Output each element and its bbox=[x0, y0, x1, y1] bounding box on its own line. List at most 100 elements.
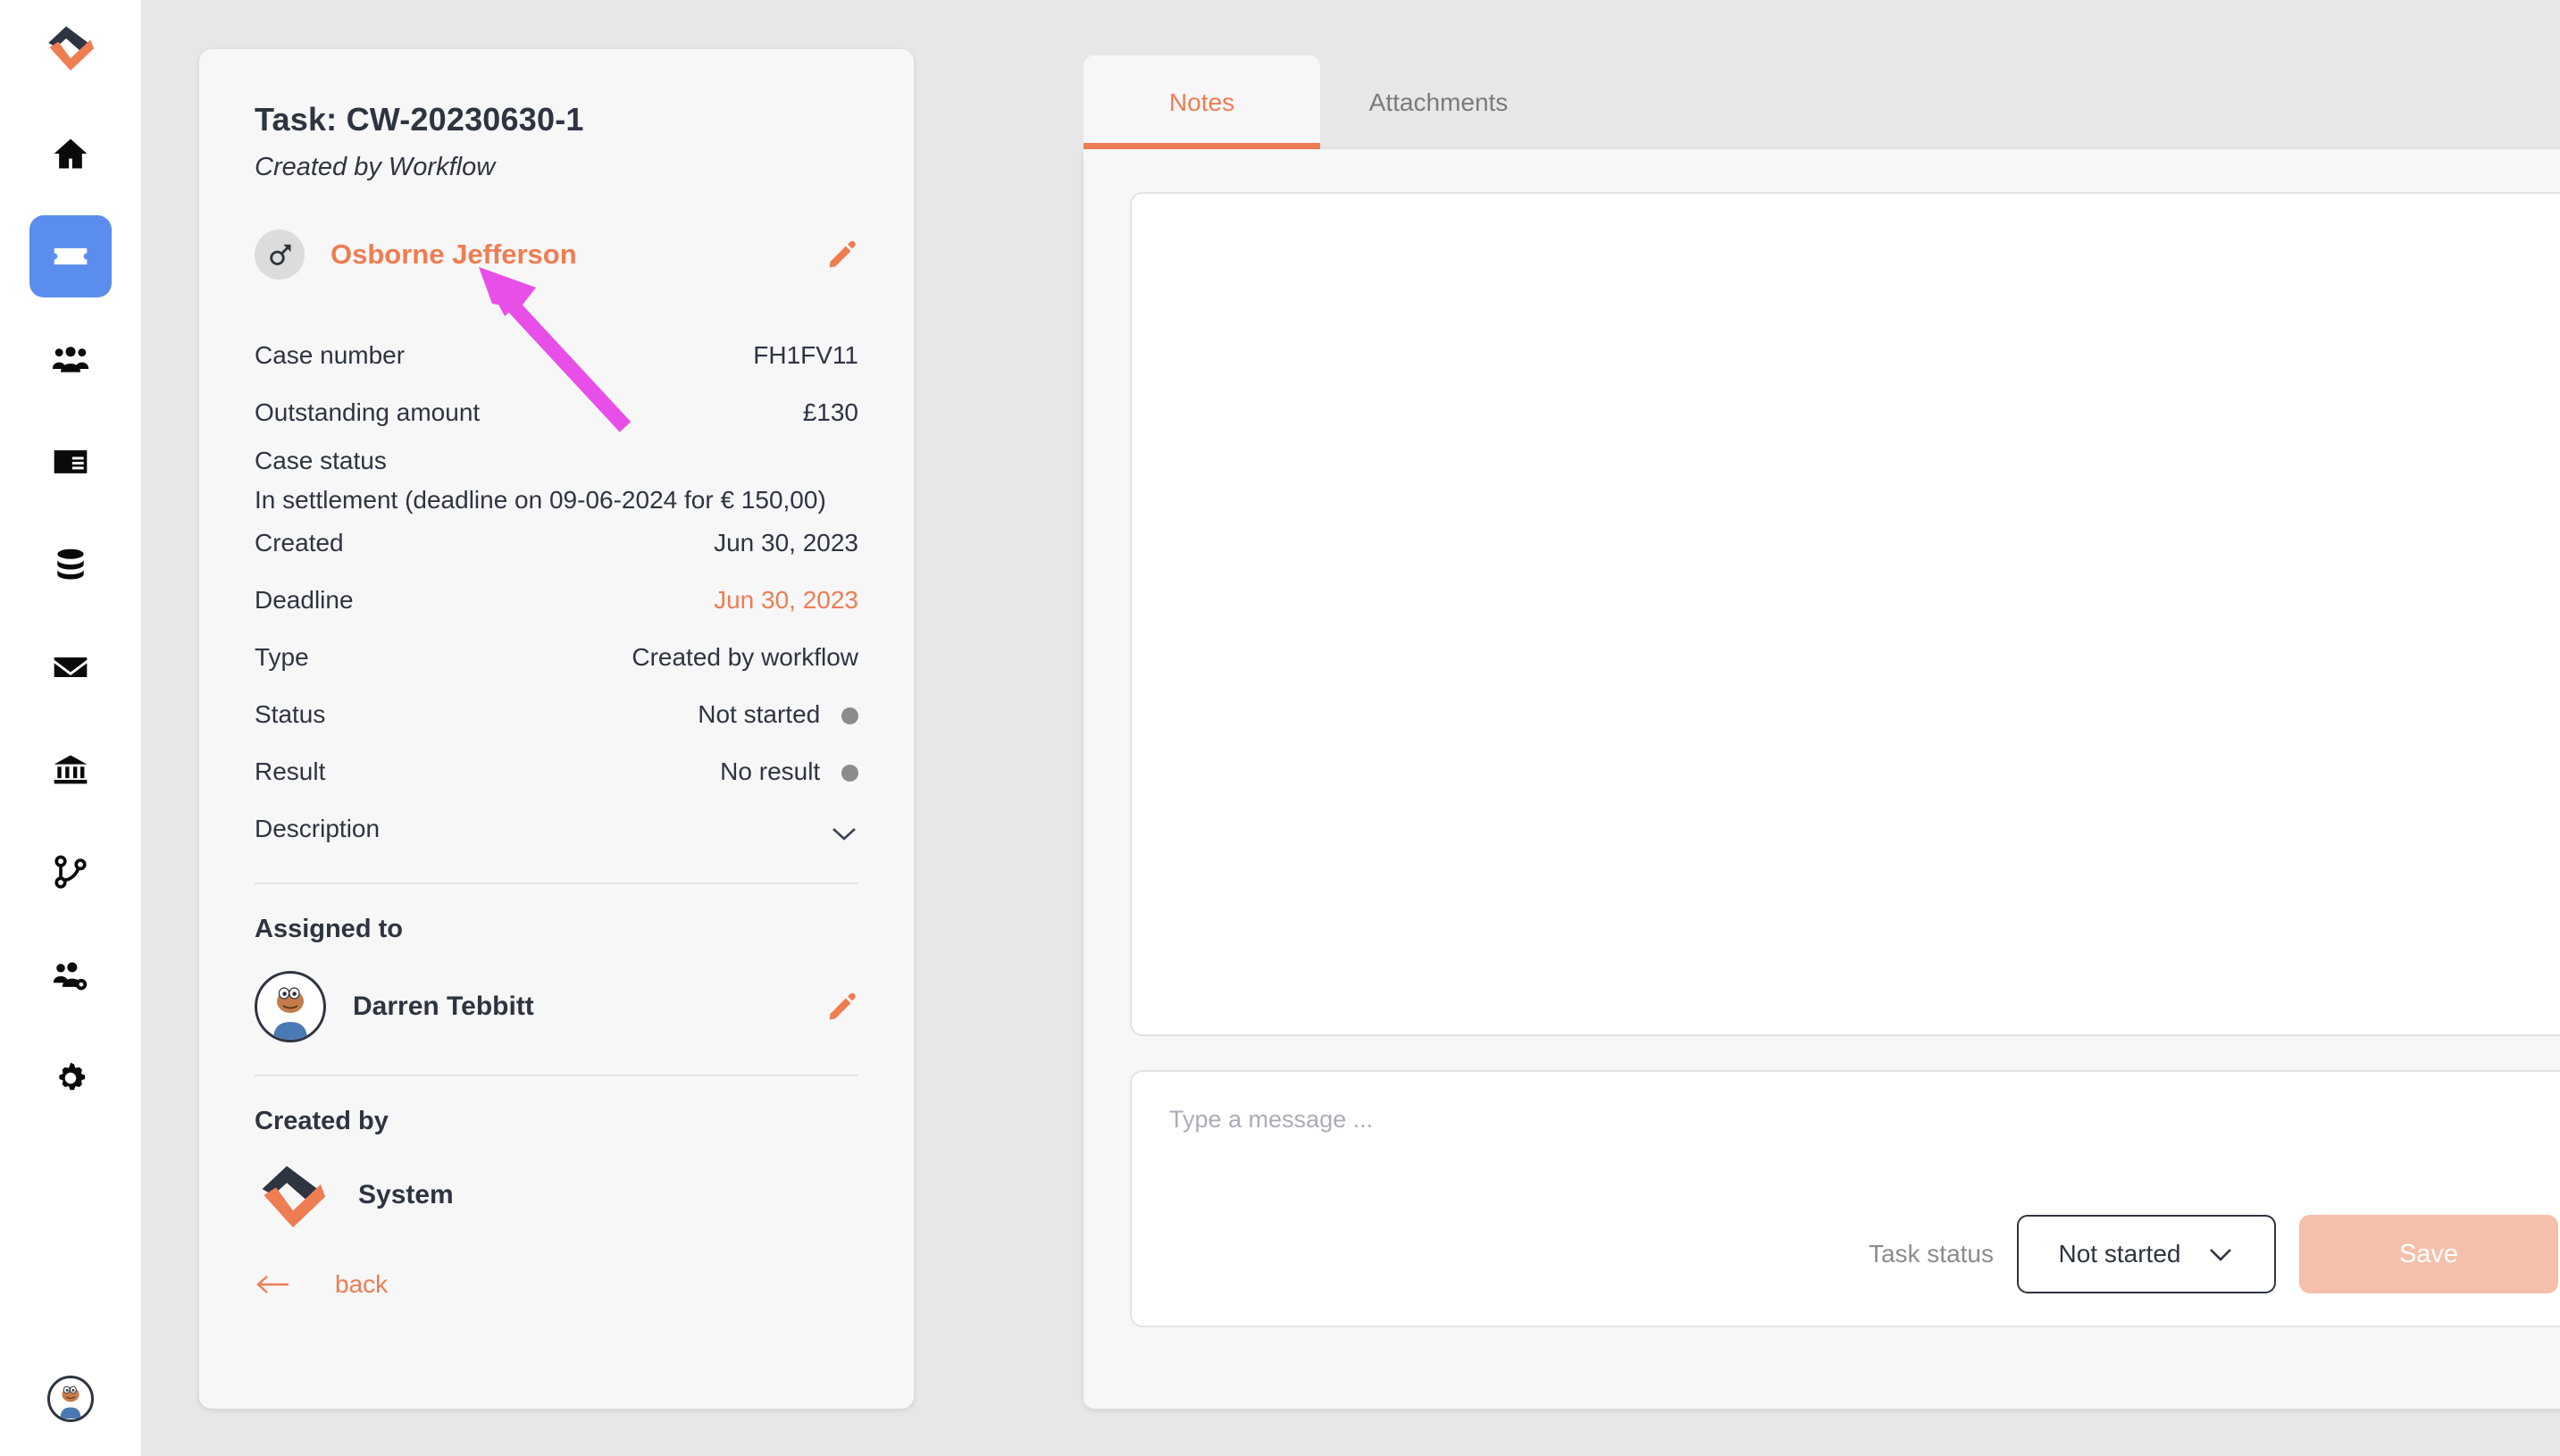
section-divider bbox=[255, 883, 858, 884]
chevron-down-glyph bbox=[832, 828, 856, 841]
task-status-select[interactable]: Not started bbox=[2017, 1215, 2276, 1293]
detail-row: Status Not started bbox=[255, 686, 858, 743]
sidebar-item-home[interactable] bbox=[29, 113, 112, 195]
sidebar-item-team-settings[interactable] bbox=[29, 934, 112, 1017]
task-status-value: Not started bbox=[2058, 1240, 2181, 1268]
sidebar-item-settings[interactable] bbox=[29, 1037, 112, 1119]
detail-value: Created by workflow bbox=[632, 643, 858, 671]
detail-row: Type Created by workflow bbox=[255, 629, 858, 686]
description-toggle-row[interactable]: Description bbox=[255, 800, 858, 858]
page-content: Task: CW-20230630-1 Created by Workflow … bbox=[141, 0, 2560, 1456]
arrow-left-icon bbox=[255, 1272, 292, 1297]
envelope-icon bbox=[54, 657, 88, 677]
message-input[interactable] bbox=[1169, 1106, 2556, 1134]
composer-actions: Task status Not started Save bbox=[1869, 1215, 2558, 1293]
detail-value: FH1FV11 bbox=[753, 341, 858, 369]
person-row: Osborne Jefferson bbox=[255, 229, 858, 280]
detail-value: No result bbox=[720, 757, 821, 785]
id-card-icon bbox=[54, 450, 88, 473]
notes-panel: Task status Not started Save bbox=[1083, 149, 2560, 1409]
created-by-heading: Created by bbox=[255, 1107, 389, 1135]
detail-label: Deadline bbox=[255, 586, 354, 614]
ticket-icon bbox=[54, 247, 88, 265]
app-logo-icon[interactable] bbox=[43, 20, 98, 75]
avatar[interactable] bbox=[47, 1376, 94, 1422]
notes-board bbox=[1130, 192, 2560, 1036]
detail-label: Result bbox=[255, 757, 326, 785]
detail-label: Status bbox=[255, 700, 326, 728]
detail-row: Result No result bbox=[255, 743, 858, 800]
detail-label: Outstanding amount bbox=[255, 398, 481, 426]
users-icon bbox=[52, 347, 89, 372]
sidebar-item-data[interactable] bbox=[29, 523, 112, 606]
detail-value: Jun 30, 2023 bbox=[714, 586, 858, 614]
result-badge: No result bbox=[720, 757, 858, 786]
detail-value: £130 bbox=[802, 398, 858, 426]
sidebar-item-finance[interactable] bbox=[29, 729, 112, 811]
chevron-down-icon bbox=[2210, 1248, 2232, 1261]
detail-row: Created Jun 30, 2023 bbox=[255, 515, 858, 572]
save-button[interactable]: Save bbox=[2299, 1215, 2558, 1293]
detail-label: Type bbox=[255, 643, 309, 671]
detail-row: Case status In settlement (deadline on 0… bbox=[255, 441, 858, 515]
detail-value: Not started bbox=[698, 700, 821, 728]
detail-value: Jun 30, 2023 bbox=[714, 529, 858, 556]
detail-label: Case status bbox=[255, 447, 387, 474]
gear-icon bbox=[59, 1062, 86, 1091]
status-badge: Not started bbox=[698, 700, 858, 729]
arrow-left-glyph bbox=[256, 1276, 289, 1293]
sidebar-item-customers[interactable] bbox=[29, 318, 112, 400]
sidebar-nav-list bbox=[29, 113, 112, 1140]
database-icon bbox=[57, 548, 84, 580]
task-status-label: Task status bbox=[1868, 1240, 1994, 1268]
bank-icon bbox=[54, 755, 88, 784]
result-dot-icon bbox=[841, 765, 858, 782]
chevron-down-icon[interactable] bbox=[830, 820, 858, 841]
message-composer: Task status Not started Save bbox=[1130, 1070, 2560, 1327]
male-icon bbox=[255, 230, 305, 280]
pencil-glyph bbox=[829, 240, 856, 268]
user-avatar-glyph bbox=[60, 1385, 81, 1418]
assignee-avatar bbox=[255, 971, 326, 1042]
detail-row: Outstanding amount £130 bbox=[255, 384, 858, 441]
tab-attachments[interactable]: Attachments bbox=[1320, 55, 1557, 149]
app-root: Task: CW-20230630-1 Created by Workflow … bbox=[0, 0, 2560, 1456]
pencil-glyph bbox=[829, 992, 856, 1020]
male-glyph bbox=[270, 244, 291, 265]
detail-label: Created bbox=[255, 529, 344, 556]
assignee-name: Darren Tebbitt bbox=[353, 992, 534, 1021]
tab-bar: Notes Attachments bbox=[1083, 49, 2560, 149]
section-divider bbox=[255, 1075, 858, 1076]
pencil-icon[interactable] bbox=[826, 991, 858, 1023]
pencil-icon[interactable] bbox=[826, 238, 858, 271]
sidebar-item-mail[interactable] bbox=[29, 626, 112, 708]
customer-name-link[interactable]: Osborne Jefferson bbox=[330, 238, 577, 271]
tab-notes[interactable]: Notes bbox=[1083, 55, 1320, 149]
main-sidebar bbox=[0, 0, 141, 1456]
app-logo-icon bbox=[255, 1157, 331, 1234]
detail-label: Case number bbox=[255, 341, 406, 369]
sidebar-item-tickets[interactable] bbox=[29, 215, 112, 297]
sidebar-item-contacts[interactable] bbox=[29, 421, 112, 503]
page-title: Task: CW-20230630-1 bbox=[255, 101, 584, 138]
detail-row: Case number FH1FV11 bbox=[255, 327, 858, 384]
sidebar-item-workflows[interactable] bbox=[29, 832, 112, 914]
app-logo-glyph bbox=[48, 26, 95, 71]
task-details-list: Case number FH1FV11 Outstanding amount £… bbox=[255, 327, 858, 858]
assigned-to-heading: Assigned to bbox=[255, 915, 403, 943]
notes-section: Notes Attachments Task status Not starte… bbox=[1083, 49, 2560, 1409]
detail-row: Deadline Jun 30, 2023 bbox=[255, 572, 858, 629]
creator-row: System bbox=[255, 1151, 858, 1240]
status-dot-icon bbox=[841, 707, 858, 725]
back-label: back bbox=[335, 1270, 389, 1298]
task-detail-card: Task: CW-20230630-1 Created by Workflow … bbox=[199, 49, 914, 1409]
assignee-avatar-glyph bbox=[273, 987, 307, 1040]
users-gear-icon bbox=[53, 962, 88, 991]
task-subtitle: Created by Workflow bbox=[255, 153, 496, 181]
back-button[interactable]: back bbox=[255, 1270, 858, 1299]
assignee-row: Darren Tebbitt bbox=[255, 964, 858, 1050]
description-label: Description bbox=[255, 815, 381, 842]
branch-icon bbox=[54, 855, 87, 889]
home-icon bbox=[54, 138, 88, 169]
creator-name: System bbox=[358, 1180, 454, 1209]
